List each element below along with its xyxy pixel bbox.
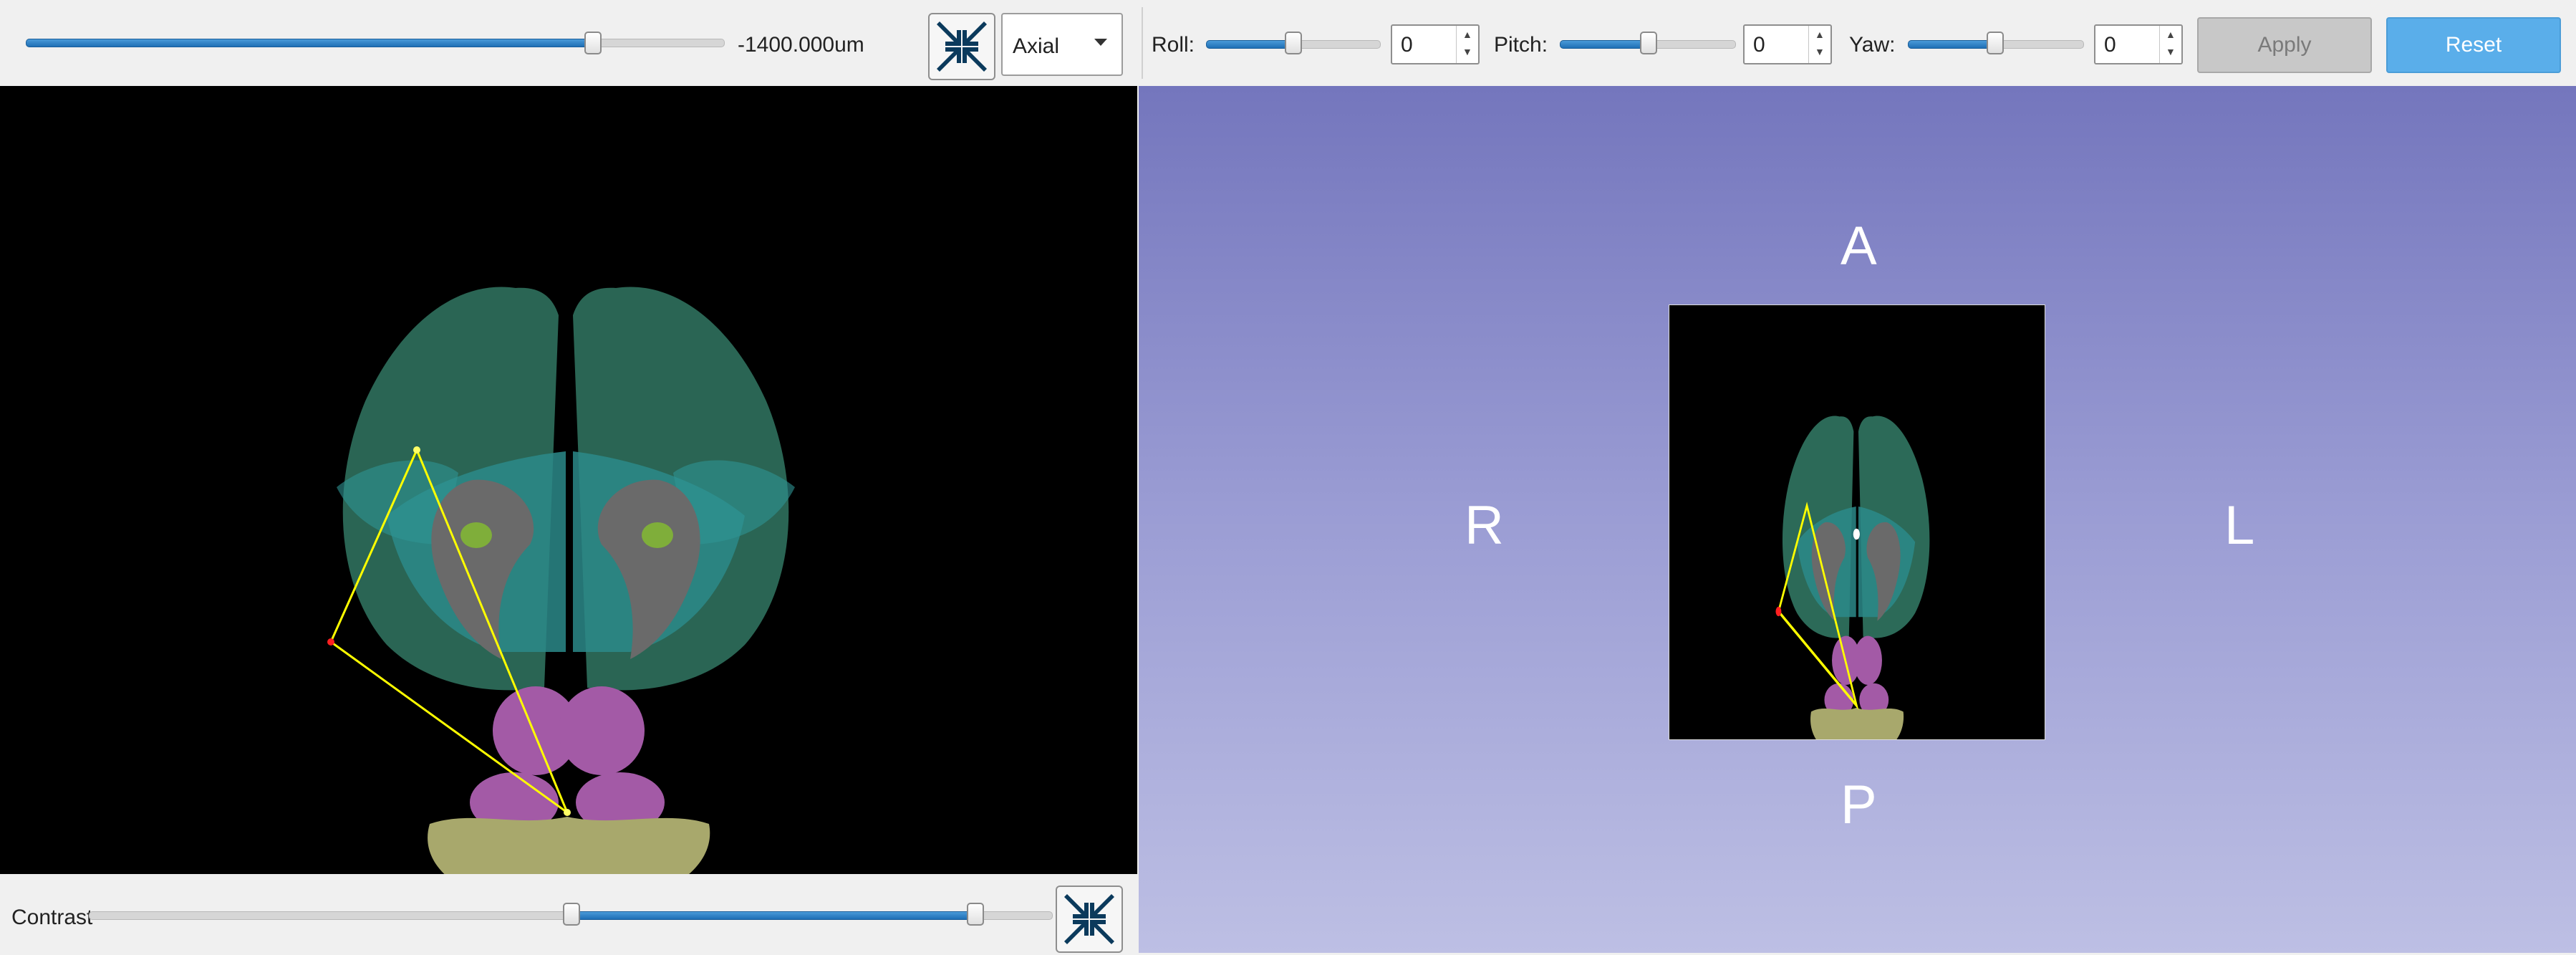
- spin-up-icon[interactable]: ▲: [1462, 29, 1472, 40]
- fit-to-window-arrows-icon: [1064, 894, 1114, 944]
- spin-up-icon[interactable]: ▲: [2166, 29, 2176, 40]
- annotation-point[interactable]: [413, 446, 420, 453]
- spin-down-icon[interactable]: ▼: [1815, 46, 1825, 57]
- fit-view-button[interactable]: [928, 13, 995, 80]
- roll-spin-arrows[interactable]: ▲ ▼: [1456, 26, 1478, 63]
- yaw-spinbox[interactable]: 0 ▲ ▼: [2094, 24, 2183, 64]
- contrast-label: Contrast: [11, 906, 93, 929]
- slice-plane-3d[interactable]: [1669, 304, 2045, 757]
- orientation-label-anterior: A: [1841, 216, 1877, 277]
- contrast-range-fill: [571, 911, 977, 920]
- contrast-max-handle[interactable]: [967, 903, 984, 926]
- yaw-value: 0: [2104, 33, 2116, 57]
- slice-position-readout: -1400.000um: [738, 33, 864, 57]
- annotation-point[interactable]: [327, 638, 334, 646]
- fit-to-window-arrows-icon: [937, 21, 987, 72]
- annotation-point[interactable]: [564, 809, 571, 816]
- chevron-down-icon: [1094, 39, 1107, 46]
- pitch-slider-handle[interactable]: [1640, 32, 1657, 54]
- pitch-label: Pitch:: [1494, 33, 1548, 57]
- pitch-slider-fill: [1560, 40, 1649, 49]
- yaw-label: Yaw:: [1849, 33, 1896, 57]
- reset-button[interactable]: Reset: [2386, 17, 2561, 73]
- slice-slider-handle[interactable]: [584, 32, 602, 54]
- fit-view-button-bottom[interactable]: [1056, 886, 1123, 953]
- brain-slice-thumbnail: [1775, 416, 1930, 757]
- slice-slider-fill: [26, 39, 593, 47]
- cerebellum-region: [428, 817, 710, 874]
- slice-viewer[interactable]: [0, 86, 1137, 874]
- pitch-value: 0: [1753, 33, 1765, 57]
- pitch-spin-arrows[interactable]: ▲ ▼: [1808, 26, 1830, 63]
- orientation-label-right: R: [1465, 495, 1504, 556]
- roll-slider-handle[interactable]: [1285, 32, 1302, 54]
- orientation-label-left: L: [2224, 495, 2255, 556]
- yaw-spin-arrows[interactable]: ▲ ▼: [2159, 26, 2181, 63]
- toolbar-divider: [1142, 7, 1143, 79]
- spin-up-icon[interactable]: ▲: [1815, 29, 1825, 40]
- 3d-viewer[interactable]: A P R L: [1139, 86, 2576, 953]
- roll-slider-fill: [1206, 40, 1295, 49]
- contrast-bar: Contrast: [0, 874, 1139, 953]
- contrast-min-handle[interactable]: [563, 903, 580, 926]
- brain-slice-image: [327, 287, 795, 874]
- top-toolbar: -1400.000um Axial Roll: 0 ▲ ▼ Pitch: 0 ▲…: [0, 0, 2576, 86]
- yaw-slider-handle[interactable]: [1987, 32, 2004, 54]
- roll-value: 0: [1401, 33, 1413, 57]
- spin-down-icon[interactable]: ▼: [1462, 46, 1472, 57]
- roll-label: Roll:: [1152, 33, 1195, 57]
- spin-down-icon[interactable]: ▼: [2166, 46, 2176, 57]
- yaw-slider-fill: [1908, 40, 1997, 49]
- apply-button[interactable]: Apply: [2197, 17, 2372, 73]
- view-orientation-select[interactable]: Axial: [1001, 13, 1123, 76]
- pitch-spinbox[interactable]: 0 ▲ ▼: [1743, 24, 1832, 64]
- roll-spinbox[interactable]: 0 ▲ ▼: [1391, 24, 1480, 64]
- view-orientation-value: Axial: [1013, 34, 1060, 58]
- orientation-label-posterior: P: [1841, 774, 1877, 835]
